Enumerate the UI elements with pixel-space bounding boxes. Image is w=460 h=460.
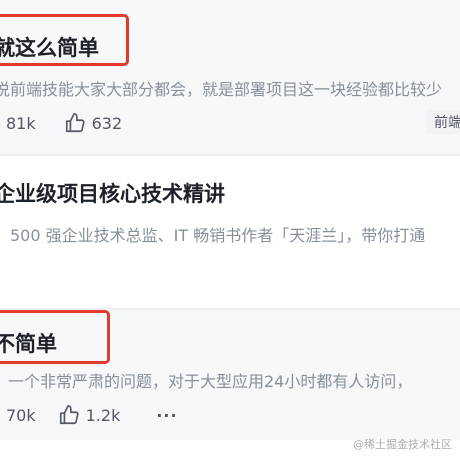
- article-title[interactable]: 企业级项目核心技术精讲: [0, 178, 225, 208]
- article-meta: 70k 1.2k ···: [0, 404, 178, 426]
- thumbs-up-icon[interactable]: [58, 404, 80, 426]
- article-card-1[interactable]: 就这么简单 说前端技能大家大部分都会，就是部署项目这一块经验都比较少 81k 6…: [0, 0, 460, 154]
- highlight-box: [0, 14, 129, 66]
- highlight-box: [0, 310, 110, 364]
- like-count: 1.2k: [85, 405, 121, 425]
- like-count: 632: [91, 113, 123, 133]
- article-description: 500 强企业技术总监、IT 畅销书作者「天涯兰」，带你打通: [10, 226, 426, 245]
- watermark: @稀土掘金技术社区: [353, 438, 452, 451]
- view-count: 70k: [6, 405, 36, 425]
- article-tag[interactable]: 前端: [426, 110, 460, 134]
- thumbs-up-icon[interactable]: [64, 112, 86, 134]
- article-description: 说前端技能大家大部分都会，就是部署项目这一块经验都比较少: [0, 80, 443, 99]
- view-count: 81k: [6, 113, 36, 133]
- article-card-3[interactable]: 不简单 一个非常严肃的问题，对于大型应用24小时都有人访问， 70k 1.2k …: [0, 310, 460, 440]
- more-options-icon[interactable]: ···: [156, 406, 177, 425]
- article-description: 一个非常严肃的问题，对于大型应用24小时都有人访问，: [8, 372, 413, 391]
- article-meta: 81k 632: [0, 112, 122, 134]
- article-card-2[interactable]: 企业级项目核心技术精讲 500 强企业技术总监、IT 畅销书作者「天涯兰」，带你…: [0, 156, 460, 308]
